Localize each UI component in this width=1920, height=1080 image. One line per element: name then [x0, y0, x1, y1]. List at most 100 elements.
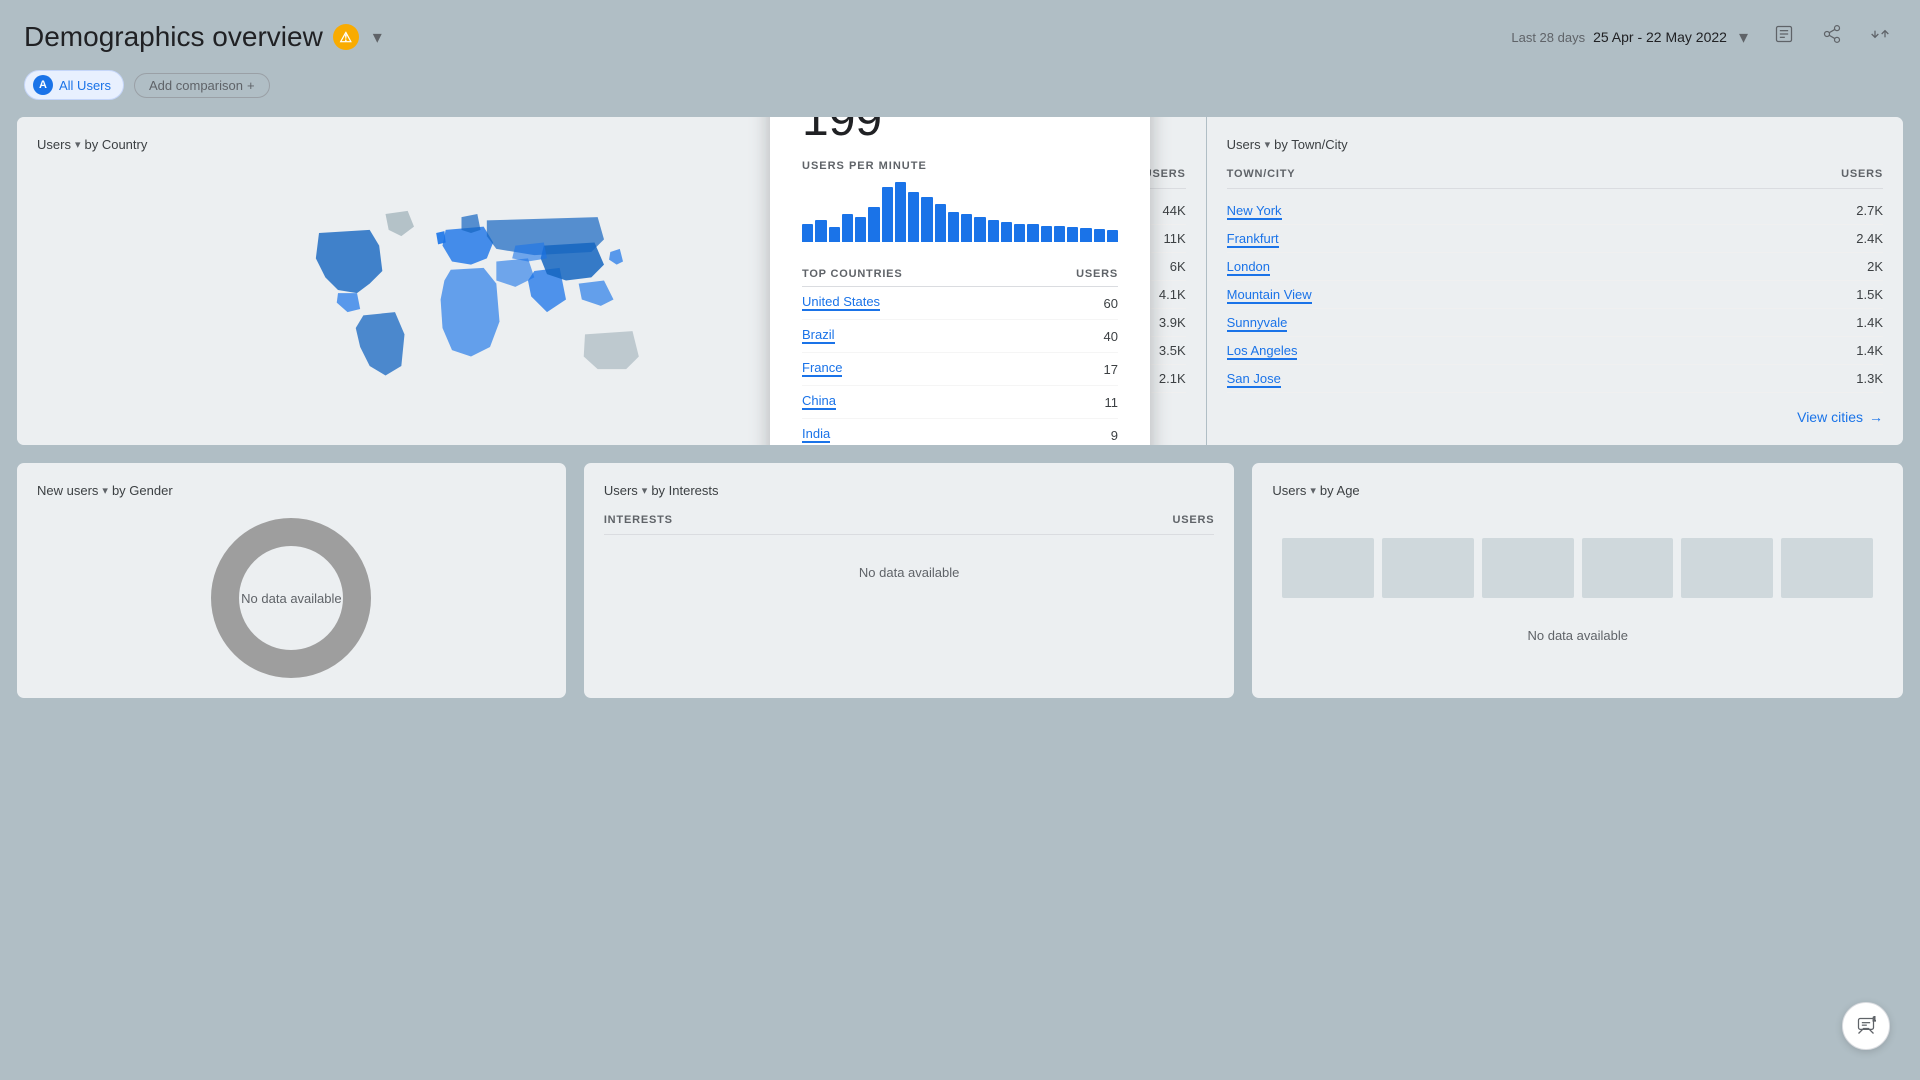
bar	[948, 212, 959, 242]
users-per-min-label: USERS PER MINUTE	[802, 160, 1118, 172]
bar	[988, 220, 999, 242]
city-table-header: TOWN/CITY USERS	[1227, 168, 1883, 189]
age-card-title: Users ▾ by Age	[1272, 483, 1883, 498]
city-name[interactable]: London	[1227, 259, 1270, 274]
feedback-button[interactable]: 1	[1842, 1002, 1890, 1050]
compare-button[interactable]	[1864, 18, 1896, 56]
city-name[interactable]: New York	[1227, 203, 1282, 218]
city-users: 1.4K	[1856, 315, 1883, 330]
age-chart	[1282, 518, 1873, 598]
chevron-down-icon[interactable]: ▾	[1310, 484, 1316, 497]
gender-donut: No data available	[211, 518, 371, 678]
bar	[855, 217, 866, 242]
bar	[1027, 224, 1038, 242]
city-col-header: TOWN/CITY	[1227, 168, 1296, 180]
gender-donut-container: No data available	[37, 518, 546, 678]
segment-label: All Users	[59, 78, 111, 93]
city-name[interactable]: Mountain View	[1227, 287, 1312, 302]
table-row: India 9	[802, 419, 1118, 446]
bar	[802, 224, 813, 242]
age-no-data: No data available	[1272, 598, 1883, 673]
top-row: Users ▾ by Country	[16, 116, 1904, 446]
table-row: France 17	[802, 353, 1118, 386]
realtime-number: 199	[802, 116, 1118, 144]
table-row: Brazil 40	[802, 320, 1118, 353]
country-users: 3.9K	[1159, 315, 1186, 330]
interests-users-col: USERS	[1173, 514, 1215, 526]
city-users: 2K	[1867, 259, 1883, 274]
bar	[921, 197, 932, 242]
rt-country-name[interactable]: United States	[802, 294, 880, 312]
gender-card: New users ▾ by Gender No data available	[16, 462, 567, 699]
bar	[1107, 230, 1118, 242]
chevron-down-icon[interactable]: ▾	[75, 138, 81, 151]
bar	[1067, 227, 1078, 242]
header-left: Demographics overview ⚠ ▾	[24, 21, 386, 53]
rt-users: 9	[1111, 428, 1118, 443]
rt-users: 17	[1104, 362, 1118, 377]
bar	[895, 182, 906, 242]
bar	[908, 192, 919, 242]
table-row: China11	[802, 386, 1118, 419]
rt-country-name[interactable]: India	[802, 426, 830, 444]
country-users: 2.1K	[1159, 371, 1186, 386]
country-users: 3.5K	[1159, 343, 1186, 358]
top-countries-col: TOP COUNTRIES	[802, 268, 902, 280]
avatar: A	[33, 75, 53, 95]
rt-users: 40	[1104, 329, 1118, 344]
interests-table-header: INTERESTS USERS	[604, 514, 1215, 535]
date-range-dropdown[interactable]: ▾	[1735, 23, 1752, 52]
interests-no-data: No data available	[604, 535, 1215, 610]
all-users-segment[interactable]: A All Users	[24, 70, 124, 100]
chevron-down-icon[interactable]: ▾	[1265, 138, 1271, 151]
date-range-prefix: Last 28 days	[1511, 30, 1585, 45]
table-row: Los Angeles1.4K	[1227, 337, 1883, 365]
age-group-25-34	[1382, 538, 1474, 598]
chevron-down-icon[interactable]: ▾	[102, 484, 108, 497]
age-group-55-64	[1681, 538, 1773, 598]
bar	[815, 220, 826, 242]
bar	[842, 214, 853, 242]
warning-icon: ⚠	[333, 24, 359, 50]
interests-card-title: Users ▾ by Interests	[604, 483, 1215, 498]
gender-card-title: New users ▾ by Gender	[37, 483, 546, 498]
interests-col: INTERESTS	[604, 514, 673, 526]
share-button[interactable]	[1816, 18, 1848, 56]
age-group-35-44	[1482, 538, 1574, 598]
city-name[interactable]: Los Angeles	[1227, 343, 1298, 358]
table-row: United States 60	[802, 287, 1118, 320]
table-row: New York2.7K	[1227, 197, 1883, 225]
main-content: Users ▾ by Country	[0, 116, 1920, 699]
rt-country-name[interactable]: Brazil	[802, 327, 835, 345]
title-dropdown-button[interactable]: ▾	[369, 23, 386, 52]
rt-table-header: TOP COUNTRIES USERS	[802, 262, 1118, 287]
gender-no-data: No data available	[241, 591, 341, 606]
bar	[935, 204, 946, 242]
rt-users: 60	[1104, 296, 1118, 311]
rt-country-name[interactable]: France	[802, 360, 842, 378]
city-name[interactable]: Frankfurt	[1227, 231, 1279, 246]
table-row: San Jose1.3K	[1227, 365, 1883, 393]
country-users: 6K	[1170, 259, 1186, 274]
view-cities-link[interactable]: View cities →	[1797, 409, 1883, 425]
table-row: Mountain View1.5K	[1227, 281, 1883, 309]
bar	[1041, 226, 1052, 242]
bar	[882, 187, 893, 242]
save-report-button[interactable]	[1768, 18, 1800, 56]
bar	[1094, 229, 1105, 242]
table-row: Frankfurt2.4K	[1227, 225, 1883, 253]
svg-text:1: 1	[1873, 1016, 1876, 1023]
country-users: 4.1K	[1159, 287, 1186, 302]
add-comparison-label: Add comparison	[149, 78, 243, 93]
bar	[829, 227, 840, 242]
realtime-rows: United States60Brazil40France17China11In…	[802, 287, 1118, 446]
header-right: Last 28 days 25 Apr - 22 May 2022 ▾	[1511, 18, 1896, 56]
add-comparison-button[interactable]: Add comparison +	[134, 73, 270, 98]
bar	[974, 217, 985, 242]
users-col: USERS	[1076, 268, 1118, 280]
chevron-down-icon[interactable]: ▾	[642, 484, 648, 497]
city-name[interactable]: Sunnyvale	[1227, 315, 1288, 330]
rt-country-name[interactable]: China	[802, 393, 836, 411]
city-name[interactable]: San Jose	[1227, 371, 1281, 386]
bottom-row: New users ▾ by Gender No data available …	[16, 462, 1904, 699]
